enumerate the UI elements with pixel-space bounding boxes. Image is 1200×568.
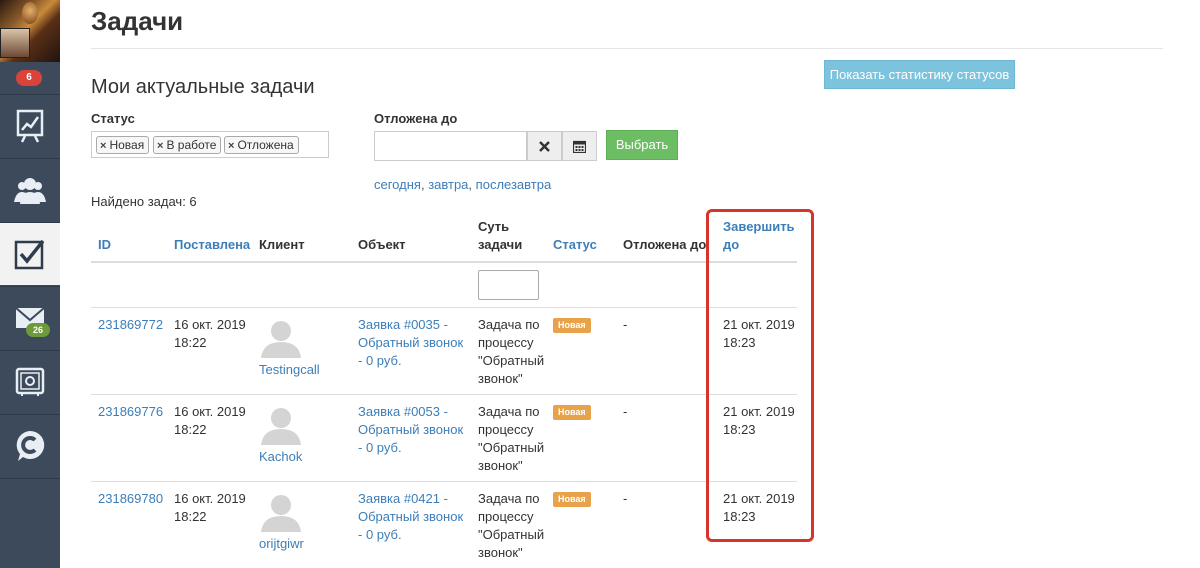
client-avatar-placeholder-icon — [261, 495, 301, 532]
object-link[interactable]: Заявка #0421 - Обратный звонок - 0 руб. — [358, 490, 463, 544]
sidebar-item-settings[interactable] — [0, 350, 60, 413]
users-group-icon — [14, 178, 46, 204]
column-header-status[interactable]: Статус — [553, 236, 597, 254]
postponed-cell: - — [623, 404, 628, 419]
essence-cell: Задача по процессу "Обратный звонок" — [478, 404, 545, 473]
postponed-date-input[interactable] — [374, 131, 527, 161]
column-header-postponed: Отложена до — [623, 237, 707, 252]
quick-link-day-after[interactable]: послезавтра — [476, 177, 552, 192]
due-column-highlight — [706, 209, 814, 542]
client-link[interactable]: Kachok — [259, 449, 302, 464]
choose-button[interactable]: Выбрать — [606, 130, 678, 160]
column-header-essence: Суть задачи — [478, 219, 523, 252]
client-avatar-placeholder-icon — [261, 321, 301, 358]
mail-count-badge: 26 — [26, 323, 50, 337]
checkbox-tasks-icon — [14, 239, 45, 270]
status-multiselect[interactable]: × Новая × В работе × Отложена — [91, 131, 329, 158]
safe-settings-icon — [15, 367, 45, 396]
sidebar-item-tasks[interactable] — [0, 222, 60, 285]
quick-link-tomorrow[interactable]: завтра — [428, 177, 468, 192]
object-link[interactable]: Заявка #0035 - Обратный звонок - 0 руб. — [358, 316, 463, 370]
column-header-object: Объект — [358, 237, 406, 252]
avatar-face — [22, 2, 38, 24]
client-link[interactable]: orijtgiwr — [259, 536, 304, 551]
status-filter-label: Статус — [91, 111, 135, 126]
user-avatar[interactable] — [0, 0, 60, 62]
sidebar-empty — [0, 478, 60, 568]
created-cell: 16 окт. 2019 18:22 — [174, 317, 246, 350]
sidebar-item-chat[interactable] — [0, 414, 60, 477]
status-badge: Новая — [553, 492, 591, 507]
close-icon — [539, 140, 550, 152]
row-divider — [91, 394, 797, 395]
clear-date-button[interactable] — [527, 131, 562, 161]
remove-chip-icon[interactable]: × — [157, 140, 163, 152]
calendar-button[interactable] — [562, 131, 597, 161]
sidebar: 6 26 — [0, 0, 60, 568]
status-badge: Новая — [553, 405, 591, 420]
remove-chip-icon[interactable]: × — [100, 140, 106, 152]
chart-board-icon — [16, 109, 44, 143]
client-link[interactable]: Testingcall — [259, 362, 320, 377]
section-title: Мои актуальные задачи — [91, 76, 315, 98]
task-id-link[interactable]: 231869780 — [98, 490, 163, 508]
postponed-filter-label: Отложена до — [374, 111, 458, 126]
essence-cell: Задача по процессу "Обратный звонок" — [478, 491, 545, 560]
sidebar-item-mail[interactable]: 26 — [0, 286, 60, 349]
chat-c-icon — [16, 430, 45, 461]
header-divider — [91, 261, 797, 263]
row-divider — [91, 307, 797, 308]
created-cell: 16 окт. 2019 18:22 — [174, 491, 246, 524]
column-header-id[interactable]: ID — [98, 236, 111, 254]
status-chip-new[interactable]: × Новая — [96, 136, 150, 154]
task-id-link[interactable]: 231869772 — [98, 316, 163, 334]
row-divider — [91, 481, 797, 482]
postponed-cell: - — [623, 491, 628, 506]
client-avatar-placeholder-icon — [261, 408, 301, 445]
task-id-link[interactable]: 231869776 — [98, 403, 163, 421]
title-divider — [91, 48, 1163, 49]
essence-cell: Задача по процессу "Обратный звонок" — [478, 317, 545, 386]
sidebar-item-analytics[interactable] — [0, 94, 60, 157]
status-chip-postponed[interactable]: × Отложена — [224, 136, 299, 154]
essence-filter-input[interactable] — [478, 270, 539, 300]
page-title: Задачи — [91, 6, 184, 36]
show-status-stats-button[interactable]: Показать статистику статусов — [824, 60, 1015, 89]
object-link[interactable]: Заявка #0053 - Обратный звонок - 0 руб. — [358, 403, 463, 457]
postponed-cell: - — [623, 317, 628, 332]
calendar-icon — [573, 140, 586, 153]
quick-date-links: сегодня, завтра, послезавтра — [374, 177, 552, 192]
column-header-created[interactable]: Поставлена — [174, 236, 250, 254]
avatar-inset — [0, 28, 30, 58]
quick-link-today[interactable]: сегодня — [374, 177, 421, 192]
created-cell: 16 окт. 2019 18:22 — [174, 404, 246, 437]
notifications-badge[interactable]: 6 — [16, 70, 42, 86]
remove-chip-icon[interactable]: × — [228, 140, 234, 152]
status-badge: Новая — [553, 318, 591, 333]
status-chip-in-progress[interactable]: × В работе — [153, 136, 222, 154]
found-tasks-count: Найдено задач: 6 — [91, 194, 197, 209]
sidebar-item-clients[interactable] — [0, 158, 60, 221]
column-header-client: Клиент — [259, 237, 305, 252]
